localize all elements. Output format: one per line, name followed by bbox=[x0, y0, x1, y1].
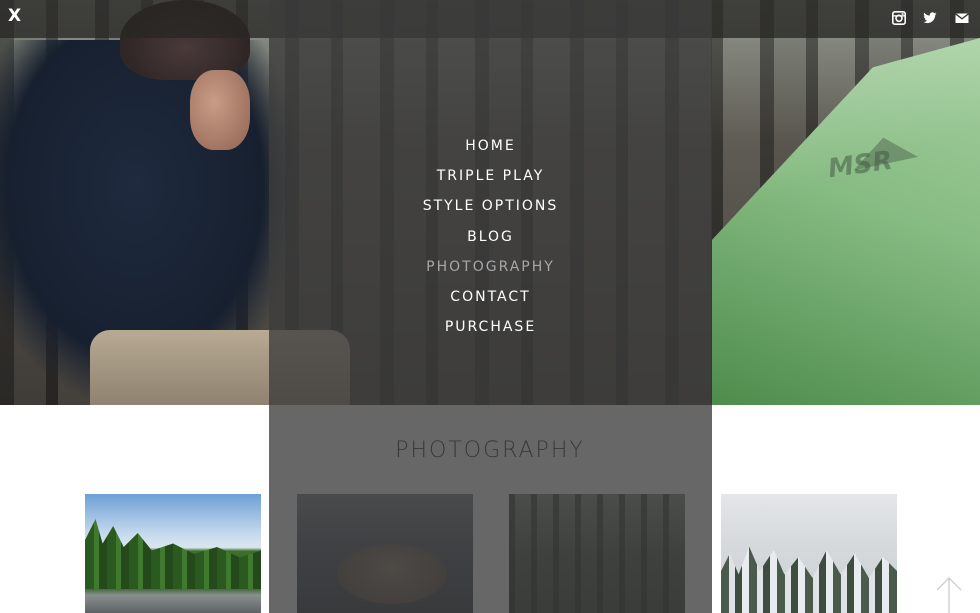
gallery-thumbnail-snowy-trees[interactable] bbox=[721, 494, 897, 613]
menu-item-blog[interactable]: BLOG bbox=[269, 229, 712, 259]
menu-item-photography[interactable]: PHOTOGRAPHY bbox=[269, 259, 712, 289]
hiker-face bbox=[190, 70, 250, 150]
arrow-up-icon bbox=[936, 577, 962, 613]
twitter-icon[interactable] bbox=[923, 11, 937, 25]
back-to-top-button[interactable] bbox=[935, 576, 963, 613]
email-icon[interactable] bbox=[955, 11, 969, 25]
thumbnail-trees bbox=[85, 519, 261, 589]
menu-item-triple-play[interactable]: TRIPLE PLAY bbox=[269, 168, 712, 198]
menu-item-home[interactable]: HOME bbox=[269, 138, 712, 168]
menu-item-purchase[interactable]: PURCHASE bbox=[269, 319, 712, 349]
main-menu: HOME TRIPLE PLAY STYLE OPTIONS BLOG PHOT… bbox=[269, 138, 712, 349]
instagram-icon[interactable] bbox=[892, 11, 906, 25]
close-menu-button[interactable]: X bbox=[8, 6, 21, 26]
menu-item-style-options[interactable]: STYLE OPTIONS bbox=[269, 198, 712, 228]
gallery-thumbnail-mountain-river[interactable] bbox=[85, 494, 261, 613]
menu-item-contact[interactable]: CONTACT bbox=[269, 289, 712, 319]
thumbnail-trees bbox=[721, 546, 897, 613]
